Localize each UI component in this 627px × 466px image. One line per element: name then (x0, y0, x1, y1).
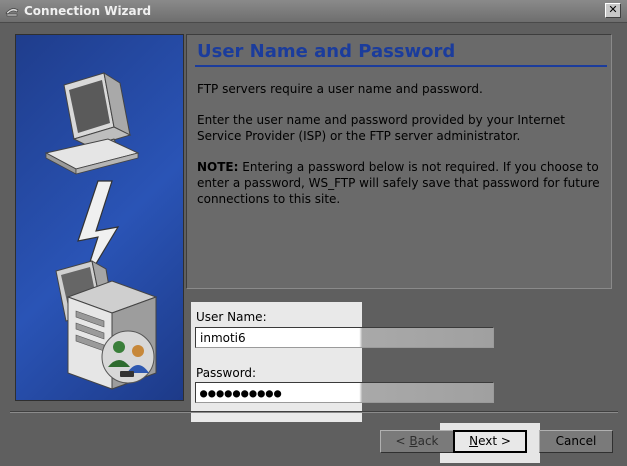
cancel-button[interactable]: Cancel (539, 430, 613, 453)
close-button[interactable]: ✕ (605, 3, 621, 18)
instructions-panel: User Name and Password FTP servers requi… (186, 34, 612, 289)
button-separator-highlight (10, 412, 618, 413)
wizard-illustration-panel (15, 34, 184, 401)
window-title: Connection Wizard (24, 4, 152, 18)
ftp-app-icon (5, 8, 19, 17)
note-body: Entering a password below is not require… (197, 160, 600, 206)
username-label: User Name: (196, 310, 267, 324)
password-label: Password: (196, 366, 257, 380)
back-accelerator: B (409, 434, 418, 448)
next-button[interactable]: Next > (453, 430, 527, 453)
note-label: NOTE: (197, 160, 239, 174)
note-text: NOTE: Entering a password below is not r… (197, 159, 607, 207)
back-rest: ack (417, 434, 439, 448)
instructions-text: Enter the user name and password provide… (197, 113, 566, 143)
back-prefix: < (395, 434, 410, 448)
network-computers-illustration (44, 71, 158, 390)
back-button[interactable]: < Back (380, 430, 454, 453)
users-icon (101, 330, 155, 384)
username-input[interactable] (195, 327, 494, 348)
title-bar: Connection Wizard ✕ (0, 0, 627, 23)
next-accelerator: N (469, 434, 479, 448)
password-input[interactable] (195, 382, 494, 403)
intro-text: FTP servers require a user name and pass… (197, 82, 483, 96)
close-icon: ✕ (608, 3, 618, 16)
page-title: User Name and Password (197, 41, 456, 62)
keyboard-icon (44, 138, 140, 175)
title-underline (195, 65, 607, 67)
next-rest: ext > (478, 434, 511, 448)
